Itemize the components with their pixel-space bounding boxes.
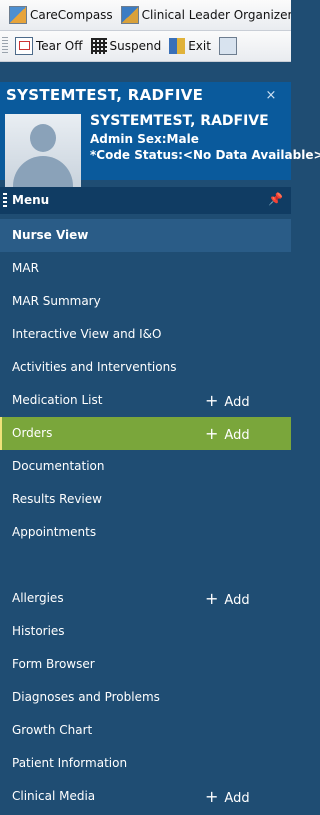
menu-item-label: Patient Information bbox=[12, 756, 128, 770]
patient-banner: SYSTEMTEST, RADFIVE × SYSTEMTEST, RADFIV… bbox=[0, 82, 320, 190]
top-toolbar: CareCompass Clinical Leader Organizer bbox=[0, 0, 291, 31]
menu-item-label: Interactive View and I&O bbox=[12, 327, 162, 341]
menu-item-results-review[interactable]: Results Review bbox=[0, 483, 291, 516]
plus-icon: + bbox=[205, 424, 219, 443]
tear-off-button[interactable]: Tear Off bbox=[11, 34, 87, 58]
menu-list: Nurse View MAR MAR Summary Interactive V… bbox=[0, 219, 291, 813]
menu-item-interactive-view[interactable]: Interactive View and I&O bbox=[0, 318, 291, 351]
menu-item-label: Diagnoses and Problems bbox=[12, 690, 160, 704]
menu-title: Menu bbox=[12, 193, 50, 207]
pin-icon[interactable]: 📌 bbox=[268, 192, 283, 206]
clinical-leader-button[interactable]: Clinical Leader Organizer bbox=[117, 3, 291, 27]
clinical-leader-label: Clinical Leader Organizer bbox=[141, 8, 291, 22]
menu-item-label: MAR Summary bbox=[12, 294, 101, 308]
menu-item-patient-information[interactable]: Patient Information bbox=[0, 747, 291, 780]
suspend-icon bbox=[90, 38, 107, 54]
add-medication-button[interactable]: + Add bbox=[205, 384, 250, 419]
plus-icon: + bbox=[205, 391, 219, 410]
avatar-head bbox=[30, 124, 56, 152]
menu-item-histories[interactable]: Histories bbox=[0, 615, 291, 648]
menu-item-label: Results Review bbox=[12, 492, 102, 506]
add-allergies-button[interactable]: + Add bbox=[205, 582, 250, 617]
action-toolbar: Tear Off Suspend Exit bbox=[0, 31, 291, 62]
add-clinical-media-button[interactable]: + Add bbox=[205, 780, 250, 815]
menu-spacer bbox=[0, 549, 291, 582]
menu-item-medication-list[interactable]: Medication List + Add bbox=[0, 384, 291, 417]
menu-item-orders[interactable]: Orders + Add bbox=[0, 417, 291, 450]
add-label: Add bbox=[224, 593, 250, 608]
toolbar-grip[interactable] bbox=[2, 37, 8, 55]
menu-item-documentation[interactable]: Documentation bbox=[0, 450, 291, 483]
menu-item-form-browser[interactable]: Form Browser bbox=[0, 648, 291, 681]
plus-icon: + bbox=[205, 589, 219, 608]
carecompass-icon bbox=[9, 6, 27, 24]
menu-item-label: Medication List bbox=[12, 393, 103, 407]
menu-item-appointments[interactable]: Appointments bbox=[0, 516, 291, 549]
menu-item-label: Appointments bbox=[12, 525, 97, 539]
menu-grip[interactable] bbox=[3, 193, 7, 209]
exit-button[interactable]: Exit bbox=[165, 34, 215, 58]
menu-item-label: Nurse View bbox=[12, 228, 89, 242]
add-orders-button[interactable]: + Add bbox=[205, 417, 250, 452]
calculator-button[interactable] bbox=[215, 34, 244, 58]
menu-item-nurse-view[interactable]: Nurse View bbox=[0, 219, 291, 252]
exit-icon bbox=[169, 38, 186, 54]
menu-item-allergies[interactable]: Allergies + Add bbox=[0, 582, 291, 615]
add-label: Add bbox=[224, 428, 250, 443]
tear-off-icon bbox=[15, 37, 33, 55]
tear-off-label: Tear Off bbox=[36, 39, 83, 53]
suspend-button[interactable]: Suspend bbox=[87, 34, 166, 58]
code-status: *Code Status:<No Data Available> bbox=[90, 148, 320, 162]
add-label: Add bbox=[224, 395, 250, 410]
carecompass-label: CareCompass bbox=[30, 8, 113, 22]
calculator-icon bbox=[218, 37, 237, 55]
menu-item-activities[interactable]: Activities and Interventions bbox=[0, 351, 291, 384]
menu-item-label: Documentation bbox=[12, 459, 105, 473]
menu-item-label: Clinical Media bbox=[12, 789, 96, 803]
menu-item-label: Histories bbox=[12, 624, 65, 638]
menu-item-label: Form Browser bbox=[12, 657, 95, 671]
add-label: Add bbox=[224, 791, 250, 806]
menu-item-mar-summary[interactable]: MAR Summary bbox=[0, 285, 291, 318]
exit-label: Exit bbox=[188, 39, 211, 53]
menu-header: Menu 📌 bbox=[0, 187, 291, 214]
avatar-body bbox=[13, 156, 73, 190]
avatar bbox=[5, 114, 81, 190]
close-icon[interactable]: × bbox=[262, 87, 280, 105]
menu-item-diagnoses[interactable]: Diagnoses and Problems bbox=[0, 681, 291, 714]
patient-tab-title[interactable]: SYSTEMTEST, RADFIVE bbox=[6, 86, 203, 104]
menu-item-mar[interactable]: MAR bbox=[0, 252, 291, 285]
menu-item-label: Growth Chart bbox=[12, 723, 93, 737]
carecompass-button[interactable]: CareCompass bbox=[5, 3, 117, 27]
menu-item-label: Activities and Interventions bbox=[12, 360, 177, 374]
menu-item-label: MAR bbox=[12, 261, 39, 275]
patient-name: SYSTEMTEST, RADFIVE bbox=[90, 113, 269, 129]
clinical-leader-icon bbox=[120, 6, 139, 24]
menu-item-label: Allergies bbox=[12, 591, 64, 605]
patient-sex: Admin Sex:Male bbox=[90, 132, 199, 146]
menu-item-growth-chart[interactable]: Growth Chart bbox=[0, 714, 291, 747]
suspend-label: Suspend bbox=[109, 39, 162, 53]
menu-item-label: Orders bbox=[12, 426, 53, 440]
